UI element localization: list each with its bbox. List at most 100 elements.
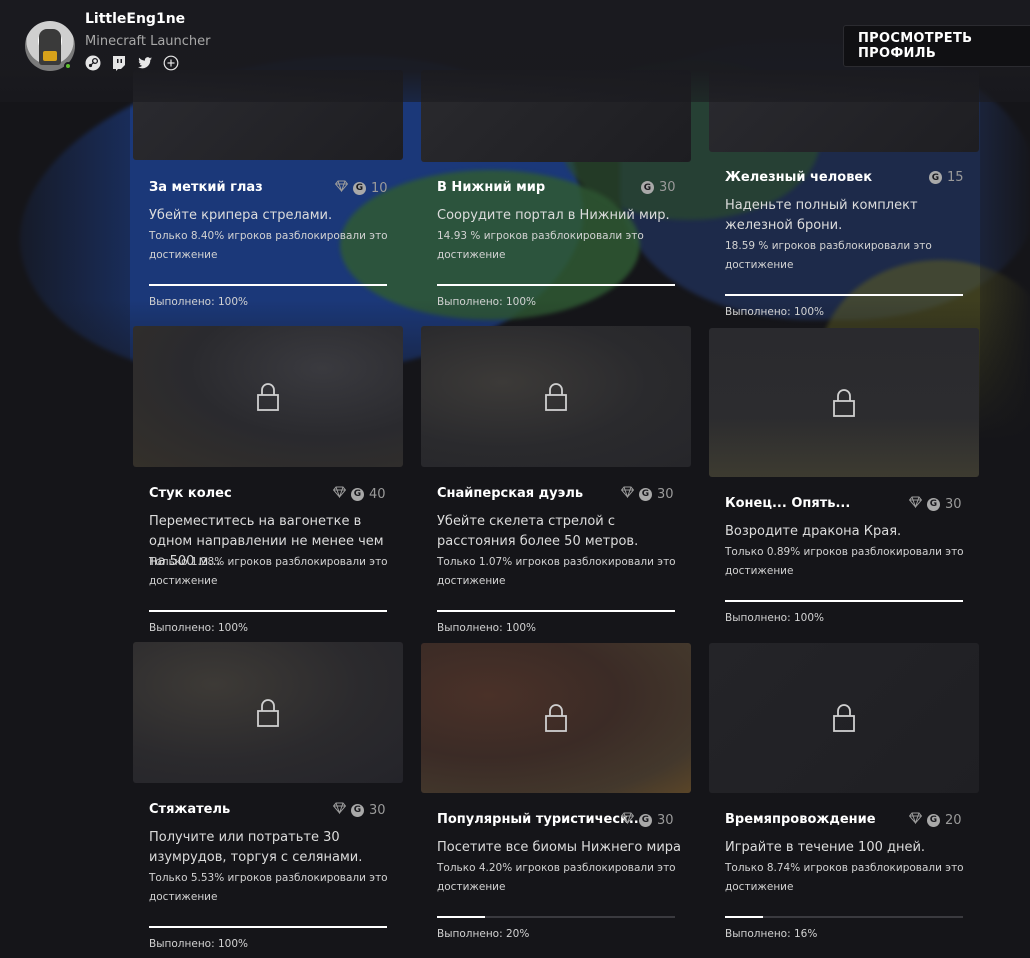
lock-icon [833,388,855,417]
progress-bar [725,916,963,918]
achievement-rarity: Только 8.40% игроков разблокировали это … [149,230,388,261]
gamerscore-icon: G [639,487,652,501]
diamond-icon [332,486,347,502]
score-value: 15 [947,170,964,185]
achievement-title: В Нижний мир [437,180,546,195]
score-value: 40 [369,486,386,502]
achievement-card[interactable]: Железный человек G 15 Наденьте полный ко… [709,70,979,330]
achievement-thumbnail [133,642,403,783]
achievement-description: Убейте крипера стрелами. [149,208,333,223]
gamerscore-icon: G [929,171,942,184]
lock-icon [833,704,855,732]
platform-label: Minecraft Launcher [85,34,211,49]
achievement-description: Играйте в течение 100 дней. [725,840,926,855]
achievement-title: Стук колес [149,486,232,501]
achievement-rarity: Только 1.28% игроков разблокировали это … [149,556,388,587]
view-profile-button[interactable]: ПРОСМОТРЕТЬ ПРОФИЛЬ [843,25,1030,67]
achievement-title: Популярный туристическ... [437,812,644,827]
achievement-score: G 30 [620,812,674,828]
score-value: 10 [371,180,388,196]
achievement-thumbnail [133,326,403,467]
achievement-card[interactable]: За меткий глаз G 10 Убейте крипера стрел… [133,70,403,320]
social-links [85,55,179,71]
progress-bar [437,610,675,612]
progress-bar [725,294,963,296]
achievement-card[interactable]: Стук колес G 40 Переместитесь на вагонет… [133,326,403,641]
twitch-icon[interactable] [111,55,127,71]
achievement-card[interactable]: Снайперская дуэль G 30 Убейте скелета ст… [421,326,691,641]
achievement-score: G 40 [332,486,386,502]
lock-icon [545,704,567,732]
lock-icon [257,698,279,727]
progress-label: Выполнено: 100% [725,306,825,318]
achievement-description: Соорудите портал в Нижний мир. [437,208,670,223]
diamond-icon [332,802,347,818]
online-status-dot [64,62,72,70]
achievement-title: Конец... Опять... [725,496,851,511]
score-value: 30 [657,486,674,502]
achievement-rarity: Только 0.89% игроков разблокировали это … [725,546,964,577]
score-value: 30 [657,812,674,828]
achievement-rarity: 18.59 % игроков разблокировали это дости… [725,240,932,271]
progress-bar [725,600,963,602]
progress-bar [437,916,675,918]
steam-icon[interactable] [85,55,101,71]
achievement-card[interactable]: Конец... Опять... G 30 Возродите дракона… [709,326,979,631]
progress-bar [149,610,387,612]
achievement-title: Снайперская дуэль [437,486,584,501]
progress-label: Выполнено: 100% [437,622,537,634]
achievement-thumbnail [421,326,691,467]
progress-label: Выполнено: 100% [149,622,249,634]
achievement-description: Наденьте полный комплект железной брони. [725,198,918,233]
achievement-rarity: Только 1.07% игроков разблокировали это … [437,556,676,587]
achievement-score: G 30 [332,802,386,818]
achievement-description: Возродите дракона Края. [725,524,902,539]
score-value: 30 [945,496,962,512]
achievement-description: Получите или потратьте 30 изумрудов, тор… [149,830,363,865]
progress-bar [437,284,675,286]
score-value: 20 [945,812,962,828]
achievement-score: G 20 [908,812,962,828]
profile-header: LittleEng1ne Minecraft Launcher ПРОСМОТР… [0,0,1030,102]
progress-label: Выполнено: 100% [149,296,249,308]
score-value: 30 [369,802,386,818]
diamond-icon [908,496,923,512]
achievement-score: G 30 [908,496,962,512]
diamond-icon [908,812,923,828]
gamerscore-icon: G [351,487,364,501]
progress-label: Выполнено: 100% [149,938,249,950]
achievement-thumbnail [421,643,691,793]
diamond-icon [620,812,635,828]
gamerscore-icon: G [639,813,652,827]
achievement-card[interactable]: В Нижний мир G 30 Соорудите портал в Ниж… [421,70,691,320]
achievement-title: Времяпровождение [725,812,876,827]
achievement-score: G 10 [334,180,388,196]
gamerscore-icon: G [641,181,654,194]
achievement-score: G 15 [929,170,964,185]
progress-label: Выполнено: 16% [725,928,818,940]
achievement-rarity: Только 8.74% игроков разблокировали это … [725,862,964,893]
achievement-rarity: 14.93 % игроков разблокировали это дости… [437,230,644,261]
achievement-title: Стяжатель [149,802,231,817]
user-name: LittleEng1ne [85,11,186,27]
achievement-description: Убейте скелета стрелой с расстояния боле… [437,514,639,549]
twitter-icon[interactable] [137,55,153,71]
achievement-title: За меткий глаз [149,180,263,195]
gamerscore-icon: G [927,497,940,511]
progress-bar [149,284,387,286]
achievement-score: G 30 [620,486,674,502]
achievement-description: Посетите все биомы Нижнего мира [437,840,681,855]
gamerscore-icon: G [353,181,366,195]
achievement-rarity: Только 4.20% игроков разблокировали это … [437,862,676,893]
gamerscore-icon: G [927,813,940,827]
achievement-score: G 30 [641,180,676,195]
achievement-card[interactable]: Времяпровождение G 20 Играйте в течение … [709,642,979,958]
diamond-icon [620,486,635,502]
achievement-card[interactable]: Стяжатель G 30 Получите или потратьте 30… [133,642,403,958]
achievement-rarity: Только 5.53% игроков разблокировали это … [149,872,388,903]
add-icon[interactable] [163,55,179,71]
achievement-card[interactable]: Популярный туристическ... G 30 Посетите … [421,642,691,958]
lock-icon [545,382,567,411]
gamerscore-icon: G [351,803,364,817]
achievement-thumbnail [709,328,979,477]
